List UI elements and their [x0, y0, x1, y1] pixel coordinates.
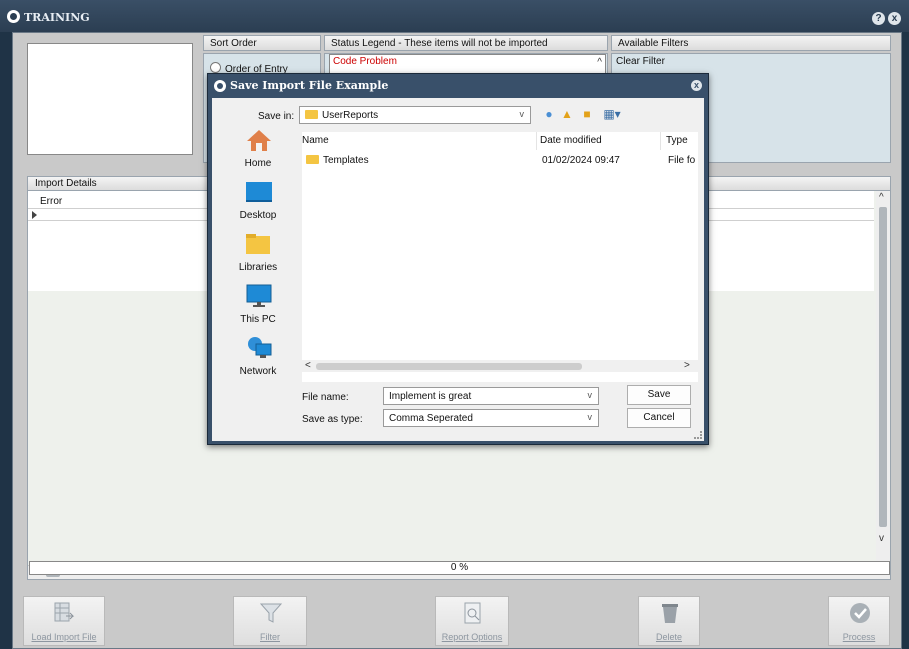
save-in-value: UserReports: [322, 110, 379, 121]
scroll-up-icon[interactable]: ^: [597, 57, 602, 68]
filter-item-clear[interactable]: Clear Filter: [616, 56, 665, 67]
scroll-right-icon[interactable]: >: [684, 360, 690, 371]
file-list-hscroll-thumb[interactable]: [316, 363, 582, 370]
funnel-icon: [259, 603, 283, 623]
action-bar: Load Import File Filter Report Options D…: [13, 590, 901, 648]
column-divider[interactable]: [536, 132, 537, 150]
file-row-type: File fo: [668, 155, 696, 166]
status-legend-header: Status Legend - These items will not be …: [324, 35, 608, 51]
scroll-down-icon[interactable]: v: [879, 533, 884, 544]
process-button[interactable]: Process: [828, 596, 890, 646]
load-import-file-button[interactable]: Load Import File: [23, 596, 105, 646]
folder-icon: [306, 155, 319, 164]
help-icon[interactable]: ?: [872, 12, 885, 25]
new-folder-icon[interactable]: ■: [580, 107, 594, 121]
places-bar: Home Desktop Libraries This PC Network: [216, 128, 296, 388]
save-button[interactable]: Save: [627, 385, 691, 405]
save-type-value: Comma Seperated: [389, 413, 473, 424]
report-icon: [464, 602, 481, 624]
row-indicator-icon: [32, 211, 37, 219]
app-logo-icon: [7, 10, 20, 23]
report-options-button[interactable]: Report Options: [435, 596, 509, 646]
save-in-dropdown[interactable]: UserReports v: [299, 106, 531, 124]
legend-list: Code Problem ^: [329, 54, 606, 74]
place-home[interactable]: Home: [216, 128, 296, 176]
filter-label: Filter: [260, 632, 280, 642]
check-icon: [850, 603, 870, 623]
dialog-close-icon[interactable]: x: [691, 80, 702, 91]
folder-icon: [305, 110, 318, 119]
title-bar: TRAINING ? x: [0, 0, 909, 32]
process-label: Process: [842, 632, 876, 642]
back-icon[interactable]: ●: [542, 107, 556, 121]
file-name-value: Implement is great: [389, 391, 472, 402]
dialog-title: Save Import File Example: [230, 79, 389, 92]
column-header-date[interactable]: Date modified: [540, 135, 602, 146]
scroll-up-icon[interactable]: ^: [879, 192, 884, 203]
delete-button[interactable]: Delete: [638, 596, 700, 646]
file-name-text: Templates: [323, 155, 369, 166]
sort-order-header: Sort Order: [203, 35, 321, 51]
file-name-input[interactable]: Implement is great v: [383, 387, 599, 405]
dialog-body: Save in: UserReports v ● ▲ ■ ▦▾ Home Des…: [212, 98, 704, 441]
progress-bar: 0 %: [29, 561, 890, 575]
file-row-name[interactable]: Templates: [306, 155, 369, 166]
place-libraries-label: Libraries: [238, 262, 278, 273]
chevron-down-icon: v: [519, 109, 525, 119]
vertical-scroll-thumb[interactable]: [879, 207, 887, 527]
load-import-file-label: Load Import File: [31, 632, 97, 642]
place-this-pc[interactable]: This PC: [216, 284, 296, 332]
filter-button[interactable]: Filter: [233, 596, 307, 646]
available-filters-header: Available Filters: [611, 35, 891, 51]
place-desktop-label: Desktop: [239, 210, 277, 221]
save-in-label: Save in:: [258, 111, 295, 122]
app-title: TRAINING: [24, 11, 90, 24]
preview-box: [27, 43, 193, 155]
place-this-pc-label: This PC: [240, 314, 276, 325]
delete-label: Delete: [655, 632, 682, 642]
place-network[interactable]: Network: [216, 336, 296, 384]
place-home-label: Home: [244, 158, 272, 169]
save-type-dropdown[interactable]: Comma Seperated v: [383, 409, 599, 427]
chevron-down-icon: v: [587, 412, 593, 422]
report-options-label: Report Options: [441, 632, 503, 642]
desktop-icon: [246, 182, 272, 202]
column-divider[interactable]: [660, 132, 661, 150]
file-list: Name Date modified Type Templates 01/02/…: [302, 132, 698, 382]
grid-import-icon: [54, 602, 75, 622]
place-desktop[interactable]: Desktop: [216, 180, 296, 228]
bin-icon: [662, 604, 678, 623]
close-icon[interactable]: x: [888, 12, 901, 25]
computer-icon: [246, 284, 272, 307]
scroll-left-icon[interactable]: <: [305, 360, 311, 371]
cancel-button[interactable]: Cancel: [627, 408, 691, 428]
home-icon: [247, 130, 271, 151]
file-list-hscroll[interactable]: < >: [302, 360, 698, 372]
chevron-down-icon: v: [587, 390, 593, 400]
network-icon: [248, 337, 272, 358]
up-folder-icon[interactable]: ▲: [560, 107, 574, 121]
vertical-scrollbar[interactable]: ^ v: [876, 191, 890, 565]
resize-grip[interactable]: [694, 431, 702, 439]
column-header-name[interactable]: Name: [302, 135, 329, 146]
legend-item-code-problem: Code Problem: [333, 56, 397, 67]
column-header-type[interactable]: Type: [666, 135, 688, 146]
file-row-date: 01/02/2024 09:47: [542, 155, 620, 166]
place-libraries[interactable]: Libraries: [216, 232, 296, 280]
libraries-icon: [246, 234, 270, 254]
save-type-label: Save as type:: [302, 414, 363, 425]
file-name-label: File name:: [302, 392, 349, 403]
view-menu-icon[interactable]: ▦▾: [600, 107, 624, 121]
save-dialog: Save Import File Example x Save in: User…: [207, 73, 709, 445]
place-network-label: Network: [239, 366, 277, 377]
